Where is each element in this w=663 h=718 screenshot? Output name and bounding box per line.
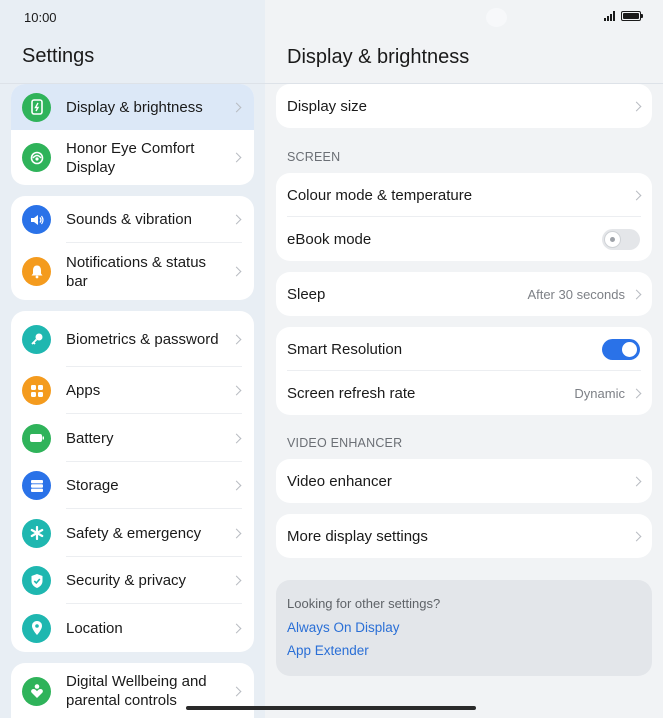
resolution-card: Smart Resolution Screen refresh rate Dyn…	[276, 327, 652, 415]
sidebar-item-eye-comfort[interactable]: Honor Eye Comfort Display	[11, 130, 254, 185]
refresh-rate-value: Dynamic	[574, 385, 625, 401]
sidebar-item-label: Security & privacy	[66, 572, 187, 589]
wellbeing-icon	[22, 676, 51, 706]
always-on-display-link[interactable]: Always On Display	[287, 620, 641, 635]
chevron-right-icon	[631, 289, 642, 299]
video-enhancer-label: Video enhancer	[287, 472, 392, 490]
chevron-right-icon	[631, 101, 642, 111]
sidebar-item-safety[interactable]: Safety & emergency	[11, 509, 254, 557]
more-display-row[interactable]: More display settings	[276, 514, 652, 558]
chevron-right-icon	[631, 531, 642, 541]
sidebar-item-battery[interactable]: Battery	[11, 414, 254, 462]
sidebar-item-label: Biometrics & password	[66, 330, 219, 348]
display-brightness-icon	[22, 92, 51, 122]
asterisk-icon	[22, 518, 51, 548]
sidebar-group-1: Display & brightness Honor Eye Comfort D…	[11, 84, 254, 185]
screen-card: Colour mode & temperature eBook mode	[276, 173, 652, 261]
sidebar-item-display-brightness[interactable]: Display & brightness	[11, 84, 254, 130]
sleep-row[interactable]: Sleep After 30 seconds	[276, 272, 652, 316]
battery-icon	[22, 423, 51, 453]
apps-grid-icon	[22, 376, 51, 405]
sidebar-item-biometrics[interactable]: Biometrics & password	[11, 311, 254, 367]
chevron-right-icon	[631, 190, 642, 200]
sleep-value: After 30 seconds	[527, 286, 625, 302]
chevron-right-icon	[231, 152, 242, 163]
chevron-right-icon	[231, 575, 242, 586]
front-camera	[486, 8, 507, 27]
page-title: Display & brightness	[287, 46, 470, 68]
more-display-card: More display settings	[276, 514, 652, 558]
ebook-mode-toggle[interactable]	[602, 228, 640, 250]
sidebar-item-notifications[interactable]: Notifications & status bar	[11, 243, 254, 300]
status-icons	[604, 11, 643, 21]
sidebar-item-sounds[interactable]: Sounds & vibration	[11, 196, 254, 243]
refresh-rate-row[interactable]: Screen refresh rate Dynamic	[276, 371, 652, 415]
storage-icon	[22, 471, 51, 500]
colour-mode-row[interactable]: Colour mode & temperature	[276, 173, 652, 217]
display-brightness-pane: Display & brightness Display size SCREEN…	[265, 0, 663, 718]
signal-icon	[604, 11, 615, 21]
chevron-right-icon	[231, 480, 242, 491]
sidebar-item-label: Digital Wellbeing and parental controls	[66, 673, 207, 709]
sidebar-item-security[interactable]: Security & privacy	[11, 557, 254, 604]
smart-resolution-toggle[interactable]	[602, 338, 640, 360]
settings-sidebar: 10:00 Settings Display & brightness Hono…	[0, 0, 265, 718]
sidebar-group-2: Sounds & vibration Notifications & statu…	[11, 196, 254, 300]
section-screen: SCREEN	[287, 150, 341, 164]
video-enhancer-card: Video enhancer	[276, 459, 652, 503]
status-time: 10:00	[24, 10, 57, 25]
refresh-rate-label: Screen refresh rate	[287, 384, 416, 402]
display-size-row[interactable]: Display size	[276, 84, 652, 128]
bell-icon	[22, 257, 51, 286]
sidebar-item-label: Battery	[66, 429, 114, 447]
ebook-mode-label: eBook mode	[287, 230, 372, 248]
sidebar-item-label: Display & brightness	[66, 98, 203, 116]
chevron-right-icon	[231, 385, 242, 396]
sidebar-item-label: Sounds & vibration	[66, 211, 192, 228]
more-display-label: More display settings	[287, 527, 428, 545]
suggestions-card: Looking for other settings? Always On Di…	[276, 580, 652, 676]
key-icon	[22, 324, 51, 354]
sidebar-group-3: Biometrics & password Apps Battery Stora…	[11, 311, 254, 652]
smart-resolution-row: Smart Resolution	[276, 327, 652, 371]
sidebar-item-apps[interactable]: Apps	[11, 367, 254, 414]
sleep-label: Sleep	[287, 285, 326, 303]
sidebar-item-label: Notifications & status bar	[66, 253, 207, 290]
chevron-right-icon	[231, 433, 242, 443]
sidebar-title: Settings	[22, 45, 95, 67]
video-enhancer-row[interactable]: Video enhancer	[276, 459, 652, 503]
location-pin-icon	[22, 613, 51, 643]
sidebar-item-label: Honor Eye Comfort Display	[66, 139, 195, 176]
sleep-card: Sleep After 30 seconds	[276, 272, 652, 316]
sidebar-item-storage[interactable]: Storage	[11, 462, 254, 509]
sidebar-item-label: Safety & emergency	[66, 524, 202, 542]
eye-comfort-icon	[22, 143, 51, 172]
chevron-right-icon	[231, 214, 242, 225]
suggestions-question: Looking for other settings?	[287, 596, 441, 611]
smart-resolution-label: Smart Resolution	[287, 340, 403, 358]
display-size-card: Display size	[276, 84, 652, 128]
sidebar-item-label: Apps	[66, 382, 101, 399]
chevron-right-icon	[631, 388, 642, 398]
speaker-icon	[22, 205, 51, 234]
chevron-right-icon	[231, 102, 242, 112]
chevron-right-icon	[231, 266, 242, 277]
chevron-right-icon	[231, 334, 242, 344]
app-extender-link[interactable]: App Extender	[287, 643, 641, 658]
chevron-right-icon	[231, 528, 242, 538]
sidebar-item-location[interactable]: Location	[11, 604, 254, 652]
section-video-enhancer: VIDEO ENHANCER	[287, 436, 403, 450]
chevron-right-icon	[631, 476, 642, 486]
ebook-mode-row: eBook mode	[276, 217, 652, 261]
chevron-right-icon	[231, 623, 242, 633]
colour-mode-label: Colour mode & temperature	[287, 186, 473, 204]
display-size-label: Display size	[287, 97, 368, 115]
chevron-right-icon	[231, 686, 242, 696]
home-indicator[interactable]	[186, 706, 476, 710]
shield-check-icon	[22, 566, 51, 595]
battery-status-icon	[621, 11, 643, 21]
sidebar-item-label: Location	[66, 619, 123, 637]
sidebar-item-label: Storage	[66, 477, 119, 494]
